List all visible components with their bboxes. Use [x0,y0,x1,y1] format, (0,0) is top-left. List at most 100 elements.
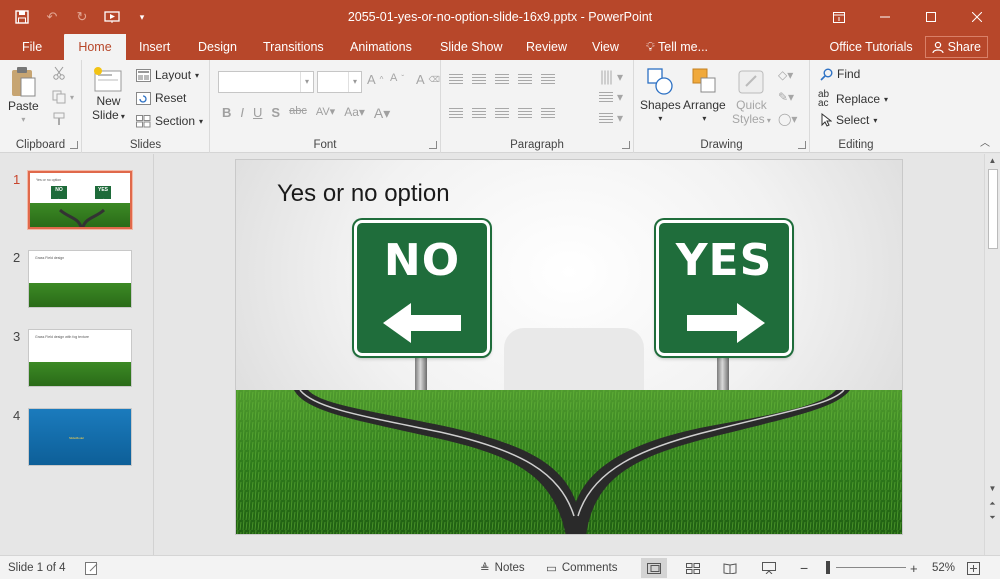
arrange-button[interactable]: Arrange ▾ [683,66,726,126]
undo-icon[interactable]: ↶ [40,6,64,28]
increase-font-size-icon[interactable]: A ^ [367,72,383,87]
comments-button[interactable]: ▭ Comments [546,556,617,579]
shape-effects-icon[interactable]: ◯▾ [778,112,797,126]
decrease-font-size-icon[interactable]: Aˇ [390,72,404,84]
zoom-in-icon[interactable]: + [910,556,918,579]
scroll-up-icon[interactable]: ▲ [985,154,1000,168]
slide-show-view-icon[interactable] [756,558,782,578]
paste-button[interactable]: Paste ▾ [8,65,39,127]
italic-icon[interactable]: I [240,105,244,122]
shape-outline-icon[interactable]: ✎▾ [778,90,794,104]
next-slide-icon[interactable]: ⏷ [985,512,1000,524]
slide-title[interactable]: Yes or no option [277,180,450,208]
strikethrough-icon[interactable]: abc [289,105,307,122]
text-direction-icon[interactable]: ▾ [599,70,623,84]
font-size-dropdown-icon[interactable]: ▾ [348,72,361,92]
format-painter-icon[interactable] [52,112,66,126]
tab-review[interactable]: Review [526,34,567,60]
quick-styles-button[interactable]: Quick Styles ▾ [732,66,771,128]
cut-icon[interactable] [52,66,66,80]
shape-fill-icon[interactable]: ◇▾ [778,68,793,82]
notes-button[interactable]: ≜ Notes [480,556,525,579]
thumbnail-slide-2[interactable]: Grass Field design [28,250,132,308]
office-tutorials-account[interactable]: Office Tutorials [830,40,913,54]
align-center-icon[interactable] [472,108,486,119]
reset-button[interactable]: Reset [136,91,186,105]
text-shadow-icon[interactable]: S [271,105,280,122]
scroll-down-icon[interactable]: ▼ [985,482,1000,496]
character-spacing-icon[interactable]: AV▾ [316,105,335,122]
zoom-slider-thumb[interactable] [826,561,830,574]
increase-indent-icon[interactable] [518,74,532,85]
share-button[interactable]: Share [924,36,988,58]
clipboard-launcher-icon[interactable] [70,141,78,149]
shapes-button[interactable]: Shapes ▾ [640,66,681,126]
decrease-indent-icon[interactable] [495,74,509,85]
zoom-out-icon[interactable]: − [800,556,808,579]
close-icon[interactable] [954,0,1000,34]
copy-icon[interactable]: ▾ [52,90,74,104]
present-from-start-icon[interactable] [100,6,124,28]
redo-icon[interactable]: ↻ [70,6,94,28]
tab-animations[interactable]: Animations [350,34,412,60]
columns-icon[interactable] [541,108,555,119]
convert-to-smartart-icon[interactable]: ▾ [599,111,623,125]
previous-slide-icon[interactable]: ⏶ [985,498,1000,510]
minimize-icon[interactable] [862,0,908,34]
ribbon-display-options-icon[interactable] [816,0,862,34]
font-name-box[interactable]: ▾ [218,71,314,93]
underline-icon[interactable]: U [253,105,262,122]
replace-button[interactable]: ab ac Replace ▾ [818,90,888,109]
section-button[interactable]: Section ▾ [136,114,203,128]
collapse-ribbon-icon[interactable]: ︿ [980,134,990,149]
change-case-icon[interactable]: Aa▾ [344,105,365,122]
tell-me-box[interactable]: 💡︎ Tell me... [646,34,708,60]
lightbulb-icon: 💡︎ [646,40,655,54]
font-color-icon[interactable]: A▾ [374,105,390,122]
font-name-dropdown-icon[interactable]: ▾ [300,72,313,92]
thumbnail-slide-3[interactable]: Grass Field design with fog texture [28,329,132,387]
reading-view-icon[interactable] [717,558,743,578]
align-right-icon[interactable] [495,108,509,119]
justify-icon[interactable] [518,108,532,119]
tab-slide-show[interactable]: Slide Show [440,34,503,60]
line-spacing-icon[interactable] [541,74,555,85]
yes-sign[interactable]: YES [656,220,792,356]
font-launcher-icon[interactable] [429,141,437,149]
zoom-level[interactable]: 52% [932,556,955,579]
paragraph-launcher-icon[interactable] [622,141,630,149]
clear-formatting-icon[interactable]: A ⌫ [416,72,440,87]
spell-check-icon[interactable] [85,556,99,579]
select-button[interactable]: Select ▾ [820,113,877,127]
slide-canvas[interactable]: Yes or no option NO YES [235,159,903,535]
drawing-launcher-icon[interactable] [798,141,806,149]
bold-icon[interactable]: B [222,105,231,122]
font-size-box[interactable]: ▾ [317,71,362,93]
thumbnail-slide-4[interactable]: SlideModel [28,408,132,466]
tab-transitions[interactable]: Transitions [263,34,324,60]
maximize-icon[interactable] [908,0,954,34]
save-icon[interactable] [10,6,34,28]
fit-slide-to-window-icon[interactable] [967,556,980,579]
tab-design[interactable]: Design [198,34,237,60]
new-slide-button[interactable]: New Slide ▾ [92,66,125,124]
align-left-icon[interactable] [449,108,463,119]
tab-file[interactable]: File [22,34,42,60]
tab-view[interactable]: View [592,34,619,60]
align-text-icon[interactable]: ▾ [599,90,623,104]
tab-insert[interactable]: Insert [139,34,170,60]
scroll-thumb[interactable] [988,169,998,249]
editing-group-label: Editing [838,139,874,151]
vertical-scrollbar[interactable]: ▲ ▼ ⏶ ⏷ [984,154,1000,555]
bullets-icon[interactable] [449,74,463,85]
layout-button[interactable]: Layout ▾ [136,68,199,82]
thumbnail-slide-1[interactable]: Yes or no option NO ← YES → [28,171,132,229]
normal-view-icon[interactable] [641,558,667,578]
customize-qat-icon[interactable]: ▾ [130,6,154,28]
tab-home[interactable]: Home [64,34,126,60]
no-sign[interactable]: NO [354,220,490,356]
zoom-slider[interactable] [836,567,906,568]
slide-sorter-view-icon[interactable] [680,558,706,578]
numbering-icon[interactable] [472,74,486,85]
find-button[interactable]: Find [820,67,860,81]
